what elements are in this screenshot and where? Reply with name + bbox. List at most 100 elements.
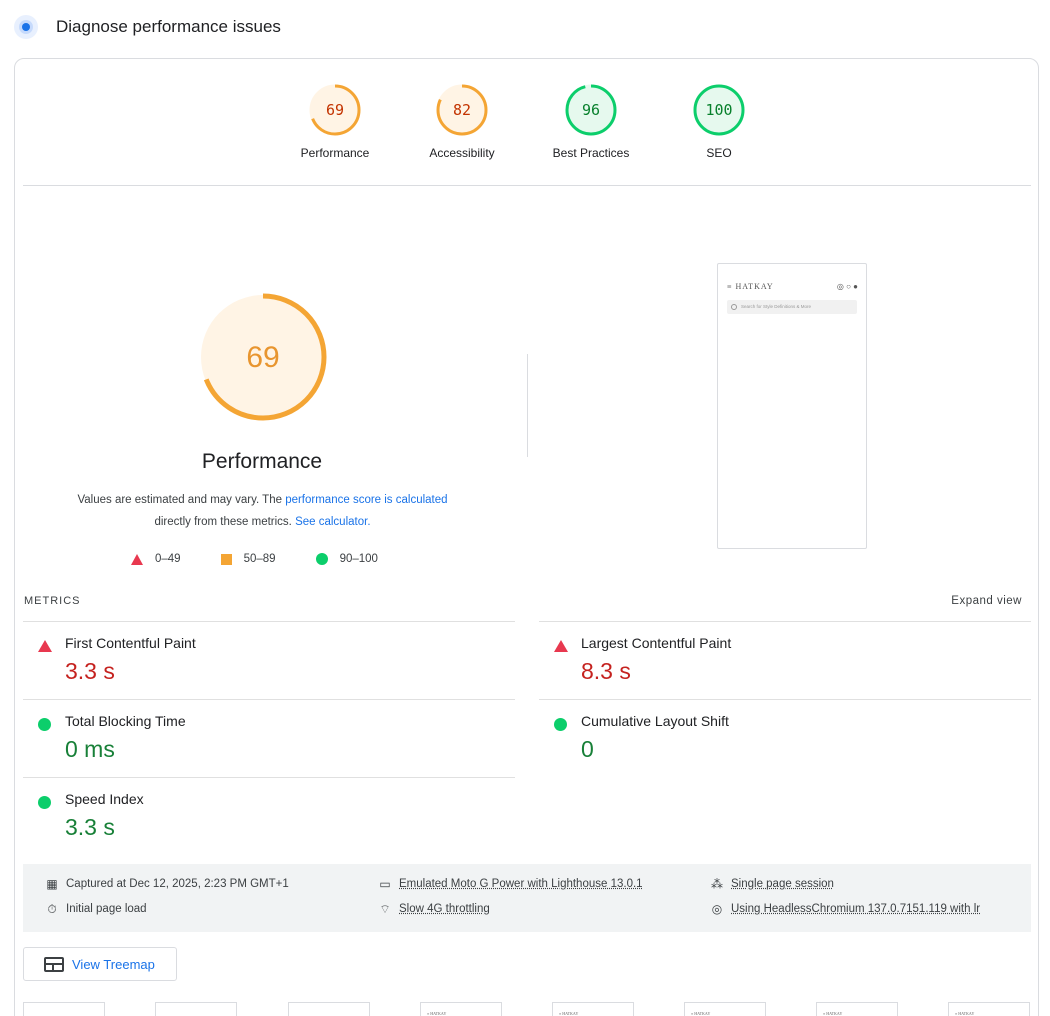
performance-score: 69 <box>326 101 344 119</box>
metric-fcp: First Contentful Paint 3.3 s <box>23 621 515 699</box>
metric-cls: Cumulative Layout Shift 0 <box>539 699 1031 777</box>
throttling-text: Slow 4G throttling <box>399 903 490 915</box>
triangle-icon <box>38 640 52 652</box>
metric-value: 0 <box>581 736 594 762</box>
filmstrip-frame[interactable] <box>23 1002 105 1016</box>
seo-label: SEO <box>706 146 732 160</box>
lighthouse-report-card: 69 Performance 82 Accessibility 96 Best … <box>14 58 1039 1016</box>
browser-text: Using HeadlessChromium 137.0.7151.119 wi… <box>731 903 981 915</box>
legend-average-label: 50–89 <box>243 553 276 565</box>
wifi-icon: ⌔ <box>379 901 391 916</box>
metric-name: Speed Index <box>65 791 144 807</box>
filmstrip-frame[interactable]: ≡ HATKAY <box>420 1002 502 1016</box>
metric-tbt: Total Blocking Time 0 ms <box>23 699 515 777</box>
metric-value: 0 ms <box>65 736 115 762</box>
emulated-device[interactable]: ▭ Emulated Moto G Power with Lighthouse 1… <box>378 877 643 891</box>
circle-icon <box>315 553 328 565</box>
timer-icon: ⏱ <box>47 901 57 916</box>
metric-name: Cumulative Layout Shift <box>581 713 729 729</box>
metrics-heading: METRICS <box>24 595 81 607</box>
filmstrip-frame[interactable] <box>155 1002 237 1016</box>
metric-name: Total Blocking Time <box>65 713 186 729</box>
accessibility-score: 82 <box>453 101 471 119</box>
search-icon <box>731 304 737 310</box>
session-text: Single page session <box>731 878 834 890</box>
accessibility-label: Accessibility <box>429 146 495 160</box>
metric-name: First Contentful Paint <box>65 635 196 651</box>
performance-description: Values are estimated and may vary. The p… <box>45 489 480 533</box>
final-screenshot[interactable]: ≡ HATKAY ◎ ○ ● Search for Style Definiti… <box>717 263 867 549</box>
best-practices-score: 96 <box>582 101 600 119</box>
performance-title: Performance <box>201 450 323 473</box>
frame-brand: ≡ HATKAY <box>559 1011 579 1016</box>
devices-icon: ▭ <box>379 877 391 891</box>
metric-lcp: Largest Contentful Paint 8.3 s <box>539 621 1031 699</box>
see-calculator-link[interactable]: See calculator. <box>295 516 370 528</box>
initial-load-text: Initial page load <box>66 903 147 915</box>
legend-average: 50–89 <box>220 553 276 565</box>
device-text: Emulated Moto G Power with Lighthouse 13… <box>399 878 643 890</box>
metric-si: Speed Index 3.3 s <box>23 777 515 855</box>
category-gauges: 69 Performance 82 Accessibility 96 Best … <box>15 83 1038 173</box>
desc-text-1: Values are estimated and may vary. The <box>77 494 286 506</box>
seo-gauge: 100 <box>693 84 745 136</box>
legend-poor: 0–49 <box>131 553 181 565</box>
section-title: Diagnose performance issues <box>56 17 281 36</box>
session-icon: ⁂ <box>711 877 723 891</box>
performance-gauge: 69 <box>309 84 361 136</box>
best-practices-label: Best Practices <box>552 146 630 160</box>
chrome-icon: ◎ <box>711 902 723 916</box>
performance-big-gauge: 69 <box>199 293 327 421</box>
treemap-icon <box>44 956 64 972</box>
runtime-settings: ▦ Captured at Dec 12, 2025, 2:23 PM GMT+1… <box>23 864 1031 932</box>
lighthouse-icon <box>14 15 38 39</box>
performance-label: Performance <box>300 146 370 160</box>
screenshot-search-text: Search for Style Definitions & More <box>741 304 812 309</box>
score-calculated-link[interactable]: performance score is calculated <box>285 494 447 506</box>
filmstrip-frame[interactable]: ≡ HATKAY <box>816 1002 898 1016</box>
performance-big-score: 69 <box>246 341 279 374</box>
circle-icon <box>38 718 51 731</box>
triangle-icon <box>554 640 568 652</box>
metric-name: Largest Contentful Paint <box>581 635 732 651</box>
page-session[interactable]: ⁂ Single page session <box>710 877 834 891</box>
screenshot-brand: ≡ HATKAY <box>727 282 774 291</box>
metric-value: 3.3 s <box>65 814 115 840</box>
score-legend: 0–49 50–89 90–100 <box>131 553 418 565</box>
screenshot-icons: ◎ ○ ● <box>836 282 858 291</box>
frame-brand: ≡ HATKAY <box>691 1011 711 1016</box>
gauges-divider <box>23 185 1031 186</box>
frame-brand: ≡ HATKAY <box>955 1011 975 1016</box>
view-treemap-button[interactable]: View Treemap <box>23 947 177 981</box>
seo-score: 100 <box>705 101 732 119</box>
metric-value: 8.3 s <box>581 658 631 684</box>
metric-value: 3.3 s <box>65 658 115 684</box>
network-throttling[interactable]: ⌔ Slow 4G throttling <box>378 901 490 916</box>
circle-icon <box>38 796 51 809</box>
legend-good-label: 90–100 <box>339 553 378 565</box>
desc-text-2: directly from these metrics. <box>154 516 296 528</box>
section-header: Diagnose performance issues <box>14 12 281 42</box>
legend-good: 90–100 <box>315 553 378 565</box>
square-icon <box>220 553 232 565</box>
category-seo[interactable]: 100 SEO <box>664 83 774 160</box>
initial-page-load: ⏱ Initial page load <box>45 901 147 916</box>
filmstrip-frame[interactable]: ≡ HATKAY <box>684 1002 766 1016</box>
frame-brand: ≡ HATKAY <box>823 1011 843 1016</box>
expand-view-toggle[interactable]: Expand view <box>951 595 1022 607</box>
category-accessibility[interactable]: 82 Accessibility <box>407 83 517 160</box>
category-performance[interactable]: 69 Performance <box>280 83 390 160</box>
frame-brand: ≡ HATKAY <box>427 1011 447 1016</box>
captured-text: Captured at Dec 12, 2025, 2:23 PM GMT+1 <box>66 878 289 890</box>
captured-at: ▦ Captured at Dec 12, 2025, 2:23 PM GMT+1 <box>45 877 289 891</box>
category-best-practices[interactable]: 96 Best Practices <box>536 83 646 160</box>
filmstrip-frame[interactable] <box>288 1002 370 1016</box>
legend-poor-label: 0–49 <box>155 553 181 565</box>
filmstrip-frame[interactable]: ≡ HATKAY <box>948 1002 1030 1016</box>
screenshot-search: Search for Style Definitions & More <box>727 300 857 314</box>
circle-icon <box>554 718 567 731</box>
calendar-icon: ▦ <box>46 877 58 891</box>
accessibility-gauge: 82 <box>436 84 488 136</box>
browser-info[interactable]: ◎ Using HeadlessChromium 137.0.7151.119 w… <box>710 902 980 916</box>
filmstrip-frame[interactable]: ≡ HATKAY <box>552 1002 634 1016</box>
